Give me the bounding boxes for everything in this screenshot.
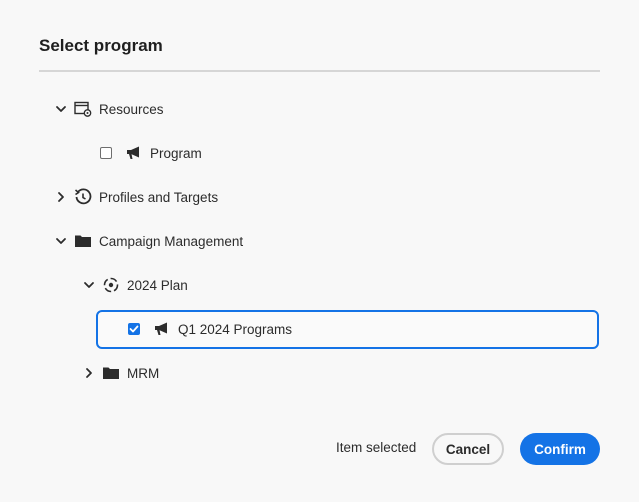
chevron-down-icon[interactable] [81, 277, 97, 293]
checkmark-icon [129, 325, 139, 333]
tree-item-campaign[interactable]: Campaign Management [53, 229, 243, 253]
folder-icon [73, 232, 93, 250]
confirm-button[interactable]: Confirm [520, 433, 600, 465]
tree-item-resources[interactable]: Resources [53, 97, 164, 121]
resources-settings-icon [73, 100, 93, 118]
tree-item-label: Profiles and Targets [99, 189, 219, 205]
title-divider [39, 70, 600, 72]
chevron-down-icon[interactable] [53, 233, 69, 249]
tree-item-program[interactable]: Program [100, 141, 202, 165]
cancel-button[interactable]: Cancel [432, 433, 504, 465]
tree-item-label: 2024 Plan [127, 277, 188, 293]
megaphone-icon [124, 144, 144, 162]
tree-item-2024-plan[interactable]: 2024 Plan [81, 273, 188, 297]
target-plan-icon [101, 276, 121, 294]
history-refresh-icon [73, 188, 93, 206]
chevron-right-icon[interactable] [53, 189, 69, 205]
tree-item-mrm[interactable]: MRM [81, 361, 159, 385]
chevron-right-icon[interactable] [81, 365, 97, 381]
folder-icon [101, 364, 121, 382]
dialog-title: Select program [39, 36, 163, 55]
tree-item-profiles[interactable]: Profiles and Targets [53, 185, 218, 209]
tree-item-label: Program [150, 145, 202, 161]
megaphone-icon [152, 320, 172, 338]
selection-status: Item selected [336, 440, 417, 455]
program-checkbox[interactable] [100, 147, 112, 159]
q1-programs-checkbox[interactable] [128, 323, 140, 335]
tree-item-q1-2024-programs[interactable]: Q1 2024 Programs [128, 317, 292, 341]
tree-item-label: Campaign Management [99, 233, 244, 249]
tree-item-label: MRM [127, 365, 160, 381]
chevron-down-icon[interactable] [53, 101, 69, 117]
tree-item-label: Resources [99, 101, 164, 117]
tree-item-label: Q1 2024 Programs [178, 321, 293, 337]
